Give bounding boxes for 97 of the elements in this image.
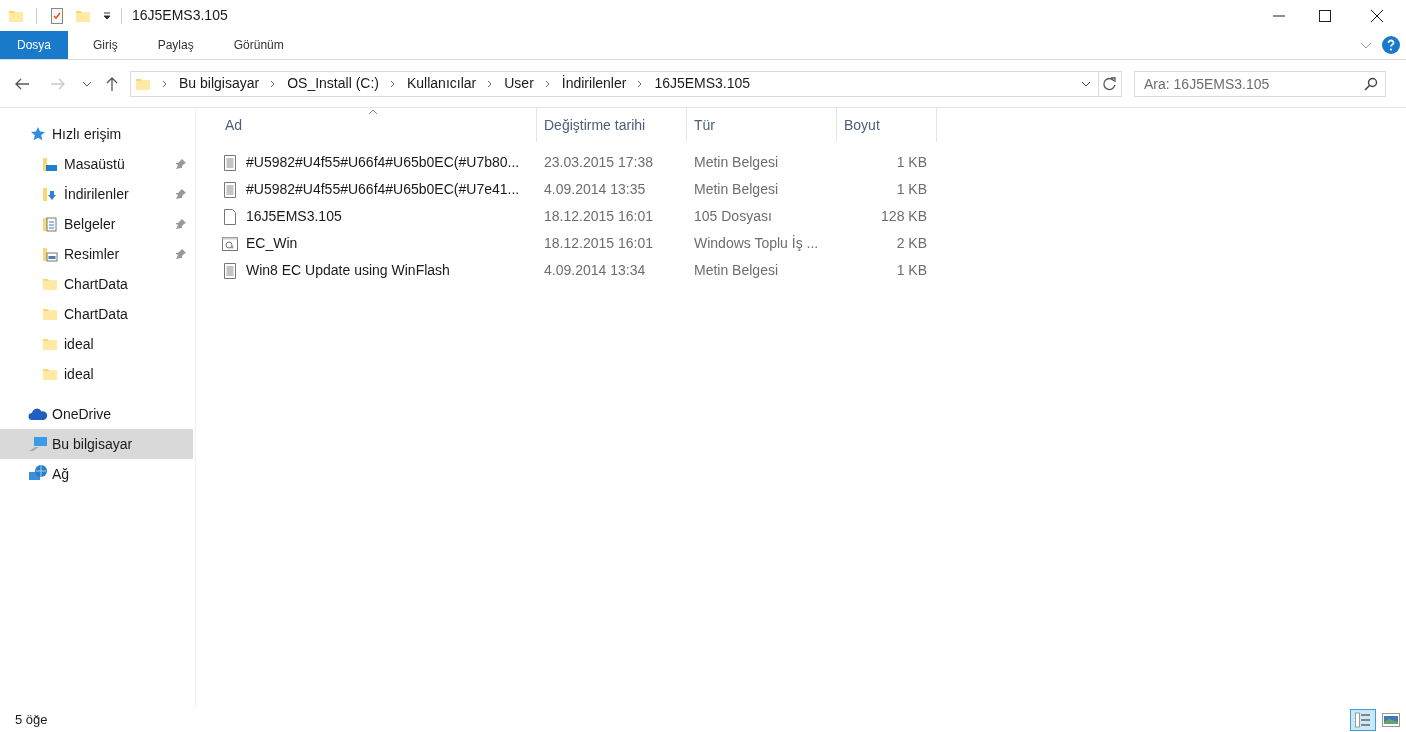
table-cell-text: Metin Belgesi bbox=[693, 180, 780, 199]
sidebar-label: Belgeler bbox=[64, 214, 117, 234]
computer-icon bbox=[28, 436, 48, 452]
help-icon[interactable] bbox=[1382, 36, 1400, 54]
sidebar-item[interactable]: OneDrive bbox=[0, 399, 193, 429]
sidebar-label: Hızlı erişim bbox=[52, 124, 123, 144]
text-file-icon bbox=[222, 262, 238, 279]
sidebar-label: OneDrive bbox=[52, 404, 113, 424]
text-file-icon bbox=[222, 154, 238, 171]
sidebar-item[interactable]: Masaüstü bbox=[0, 149, 193, 179]
breadcrumb-item[interactable]: Bu bilgisayar bbox=[179, 73, 260, 94]
column-header[interactable]: Tür bbox=[687, 108, 837, 142]
ribbon-tab[interactable]: Görünüm bbox=[218, 31, 299, 59]
star-icon bbox=[30, 126, 46, 142]
close-icon bbox=[1371, 9, 1383, 22]
sidebar-label: ideal bbox=[64, 364, 95, 384]
sidebar-item[interactable]: Resimler bbox=[0, 239, 193, 269]
column-header[interactable]: Değiştirme tarihi bbox=[537, 108, 687, 142]
breadcrumb-item[interactable]: Kullanıcılar bbox=[406, 73, 477, 94]
table-cell-text: 128 KB bbox=[880, 207, 928, 226]
address-bar[interactable]: Bu bilgisayar OS_Install (C:) Kullanıcılar User İndirilenler 16J5EMS3.105 bbox=[130, 70, 1122, 97]
ribbon-tab[interactable]: Giriş bbox=[78, 31, 133, 59]
sidebar-item[interactable]: Ağ bbox=[0, 459, 193, 489]
properties-icon[interactable] bbox=[49, 7, 65, 24]
folder-icon bbox=[42, 366, 58, 382]
chevron-right-icon[interactable] bbox=[161, 79, 169, 88]
file-row[interactable]: Win8 EC Update using WinFlash 4.09.2014 13:34 Metin Belgesi 1 KB bbox=[218, 257, 1406, 284]
sidebar-item[interactable]: Hızlı erişim bbox=[0, 119, 193, 149]
file-row[interactable]: #U5982#U4f55#U66f4#U65b0EC(#U7e41... 4.09.2014 13:35 Metin Belgesi 1 KB bbox=[218, 176, 1406, 203]
sidebar-item[interactable]: ChartData bbox=[0, 269, 193, 299]
file-name: EC_Win bbox=[246, 234, 298, 253]
column-header[interactable]: Boyut bbox=[837, 108, 937, 142]
table-cell-text: 4.09.2014 13:35 bbox=[543, 180, 647, 199]
table-cell-text: Windows Toplu İş ... bbox=[693, 234, 820, 253]
file-row[interactable]: 16J5EMS3.105 18.12.2015 16:01 105 Dosyası 128 KB bbox=[218, 203, 1406, 230]
search-field[interactable]: Ara: 16J5EMS3.105 bbox=[1134, 70, 1386, 97]
desktop-folder-icon bbox=[42, 156, 58, 172]
sidebar-label: Ağ bbox=[52, 464, 71, 484]
sidebar-item[interactable]: Bu bilgisayar bbox=[0, 429, 193, 459]
table-cell-text: Metin Belgesi bbox=[693, 153, 780, 172]
chevron-right-icon[interactable] bbox=[388, 79, 397, 88]
sidebar-label: ChartData bbox=[64, 274, 129, 294]
file-name: #U5982#U4f55#U66f4#U65b0EC(#U7b80... bbox=[246, 153, 520, 172]
table-cell-text: 1 KB bbox=[895, 153, 928, 172]
text-file-icon bbox=[222, 181, 238, 198]
file-name: Win8 EC Update using WinFlash bbox=[246, 261, 450, 280]
table-cell-text: 18.12.2015 16:01 bbox=[543, 234, 654, 253]
table-cell-text: 2 KB bbox=[895, 234, 928, 253]
window-title: 16J5EMS3.105 bbox=[132, 6, 229, 25]
sidebar-label: ideal bbox=[64, 334, 95, 354]
sidebar-label: Resimler bbox=[64, 244, 121, 264]
file-row[interactable]: EC_Win 18.12.2015 16:01 Windows Toplu İş ... 2 KB bbox=[218, 230, 1406, 257]
breadcrumb-item[interactable]: İndirilenler bbox=[561, 73, 627, 94]
breadcrumb-item[interactable]: User bbox=[504, 73, 534, 94]
sort-up-icon bbox=[368, 109, 378, 115]
ribbon-tab[interactable]: Dosya bbox=[0, 31, 68, 59]
maximize-icon bbox=[1319, 9, 1331, 22]
refresh-icon[interactable] bbox=[1102, 75, 1118, 92]
sidebar-label: İndirilenler bbox=[64, 184, 130, 204]
up-arrow-icon[interactable] bbox=[104, 75, 120, 92]
file-name: 16J5EMS3.105 bbox=[246, 207, 342, 226]
search-icon[interactable] bbox=[1364, 76, 1378, 91]
column-header[interactable]: Ad bbox=[218, 108, 537, 142]
sidebar-label: Masaüstü bbox=[64, 154, 126, 174]
table-cell-text: 1 KB bbox=[895, 180, 928, 199]
sidebar-item[interactable]: Belgeler bbox=[0, 209, 193, 239]
folder-icon bbox=[42, 336, 58, 352]
document-folder-icon bbox=[42, 216, 58, 232]
table-cell-text: Metin Belgesi bbox=[693, 261, 780, 280]
breadcrumb-item[interactable]: OS_Install (C:) bbox=[287, 73, 379, 94]
cloud-icon bbox=[28, 406, 48, 422]
blank-file-icon bbox=[222, 208, 238, 225]
file-name: #U5982#U4f55#U66f4#U65b0EC(#U7e41... bbox=[246, 180, 520, 199]
file-row[interactable]: #U5982#U4f55#U66f4#U65b0EC(#U7b80... 23.03.2015 17:38 Metin Belgesi 1 KB bbox=[218, 149, 1406, 176]
table-cell-text: 23.03.2015 17:38 bbox=[543, 153, 654, 172]
folder-icon bbox=[42, 306, 58, 322]
sidebar-label: ChartData bbox=[64, 304, 129, 324]
sidebar-label: Bu bilgisayar bbox=[52, 434, 134, 454]
sidebar-item[interactable]: ChartData bbox=[0, 299, 193, 329]
table-cell-text: 4.09.2014 13:34 bbox=[543, 261, 647, 280]
dropdown-icon[interactable] bbox=[103, 11, 111, 20]
landscape-picture-icon bbox=[1382, 713, 1400, 727]
sidebar-item[interactable]: ideal bbox=[0, 329, 193, 359]
picture-folder-icon bbox=[42, 246, 58, 262]
chevron-right-icon[interactable] bbox=[543, 79, 552, 88]
item-count: 5 öğe bbox=[15, 711, 49, 730]
download-folder-icon bbox=[42, 186, 58, 202]
table-cell-text: 1 KB bbox=[895, 261, 928, 280]
folder-icon bbox=[42, 276, 58, 292]
sidebar-item[interactable]: İndirilenler bbox=[0, 179, 193, 209]
table-cell-text: 18.12.2015 16:01 bbox=[543, 207, 654, 226]
sidebar-item[interactable]: ideal bbox=[0, 359, 193, 389]
breadcrumb-item[interactable]: 16J5EMS3.105 bbox=[654, 73, 751, 94]
details-list-icon bbox=[1355, 712, 1371, 728]
details-view-button[interactable] bbox=[1350, 709, 1376, 731]
ribbon-tab[interactable]: Paylaş bbox=[142, 31, 209, 59]
table-cell-text: 105 Dosyası bbox=[693, 207, 773, 226]
